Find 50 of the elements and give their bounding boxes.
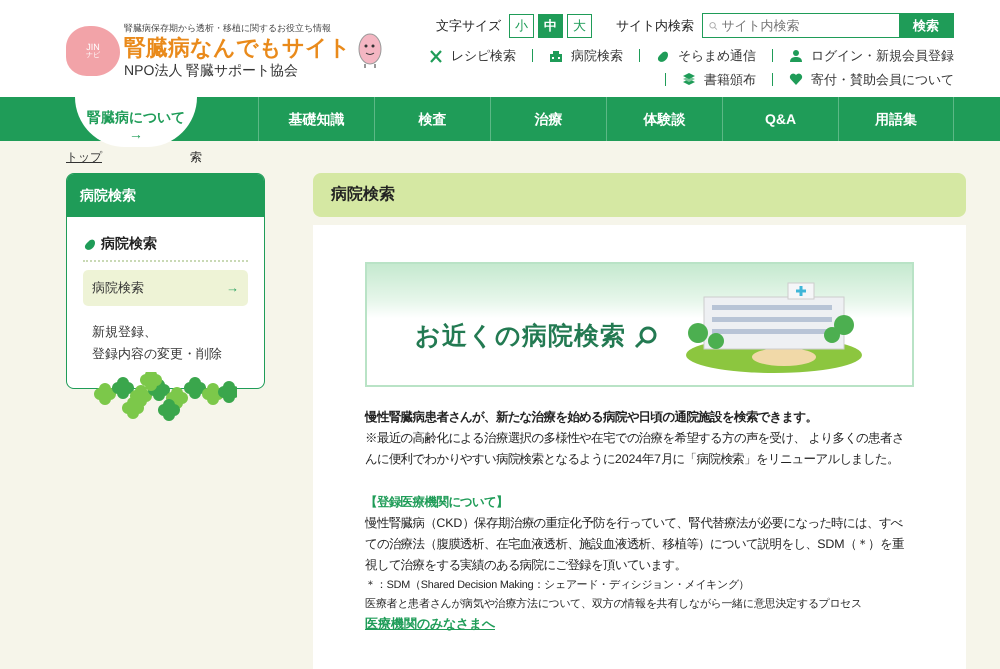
footnote-description: 医療者と患者さんが病気や治療方法について、双方の情報を共有しながら一緒に意思決定するプロセス: [365, 596, 863, 612]
heart-icon: [789, 72, 803, 86]
utility-link[interactable]: レシピ検索: [429, 46, 516, 66]
page-title: 病院検索: [313, 173, 966, 217]
lead-text: 慢性腎臓病患者さんが、新たな治療を始める病院や日頃の通院施設を検索できます。: [365, 409, 818, 426]
books-icon: [682, 72, 696, 86]
font-size-button[interactable]: 中: [538, 14, 563, 38]
utility-link[interactable]: 書籍頒布: [682, 70, 756, 89]
organization-name: NPO法人 腎臓サポート協会: [124, 60, 300, 80]
footnote-text: ＊：SDM（Shared Decision Making：シェアード・ディシジョン・メイキング）: [365, 578, 750, 593]
person-icon: [789, 48, 803, 63]
sidebar-title: 病院検索: [67, 174, 264, 217]
logo-text: JIN: [86, 43, 100, 52]
font-size-button[interactable]: 大: [567, 14, 592, 38]
search-icon: [709, 20, 718, 32]
body-text: 慢性腎臓病（CKD）保存期治療の重症化予防を行っていて、腎代替療法が必要になった時には、すべての治療法（腹膜透析、在宅血液透析、施設血液透析、移植等）について説明をし、SDM（＊）を重視して治療をする実績のある病院にご登録を頂いています。: [365, 515, 905, 574]
nav-tab[interactable]: 基礎知識: [258, 97, 374, 141]
utility-link[interactable]: そらまめ通信: [656, 46, 756, 66]
arrow-icon: →: [226, 277, 239, 300]
utility-link[interactable]: ログイン・新規会員登録: [789, 46, 954, 66]
nav-tab[interactable]: 用語集: [838, 97, 954, 141]
hospital-search-banner[interactable]: お近くの病院検索: [365, 262, 914, 387]
search-button[interactable]: 検索: [899, 14, 953, 37]
nav-tab[interactable]: 体験談: [606, 97, 722, 141]
sidebar-item[interactable]: 新規登録、 登録内容の変更・削除: [83, 314, 248, 372]
note-text: ※最近の高齢化による治療選択の多様性や在宅での治療を希望する方の声を受け、 より多くの患者さんに便利でわかりやすい病院検索となるように2024年7月に「病院検索」をリニューアルしました。: [365, 430, 905, 468]
sidebar-item[interactable]: 病院検索 →: [83, 270, 248, 306]
font-size-button[interactable]: 小: [509, 14, 534, 38]
utility-link[interactable]: 寄付・賛助会員について: [789, 70, 954, 89]
banner-title: お近くの病院検索: [415, 320, 626, 352]
nav-tab[interactable]: 腎臓病について →: [75, 97, 197, 147]
nav-tab[interactable]: 検査: [374, 97, 490, 141]
utility-link[interactable]: 病院検索: [549, 46, 623, 66]
nav-tab[interactable]: Q&A: [722, 97, 838, 141]
sidebar-section-title: 病院検索: [83, 233, 248, 262]
font-size-label: 文字サイズ: [436, 16, 501, 35]
arrow-icon: →: [129, 126, 143, 143]
site-title[interactable]: 腎臓病なんでもサイト: [124, 36, 351, 60]
nav-tab[interactable]: 治療: [490, 97, 606, 141]
search-label: サイト内検索: [616, 16, 694, 35]
search-field[interactable]: サイト内検索 検索: [702, 13, 954, 38]
medical-institutions-link[interactable]: 医療機関のみなさまへ: [365, 616, 495, 631]
bean-icon: [83, 236, 97, 250]
tagline: 腎臓病保存期から透析・移植に関するお役立ち情報: [124, 22, 332, 35]
building-icon: [549, 48, 563, 63]
section-heading: 【登録医療機関について】: [365, 494, 509, 511]
bean-icon: [656, 48, 670, 63]
breadcrumb-link[interactable]: トップ: [66, 151, 102, 173]
breadcrumb-current: 索: [190, 151, 202, 166]
search-icon: [634, 324, 658, 348]
